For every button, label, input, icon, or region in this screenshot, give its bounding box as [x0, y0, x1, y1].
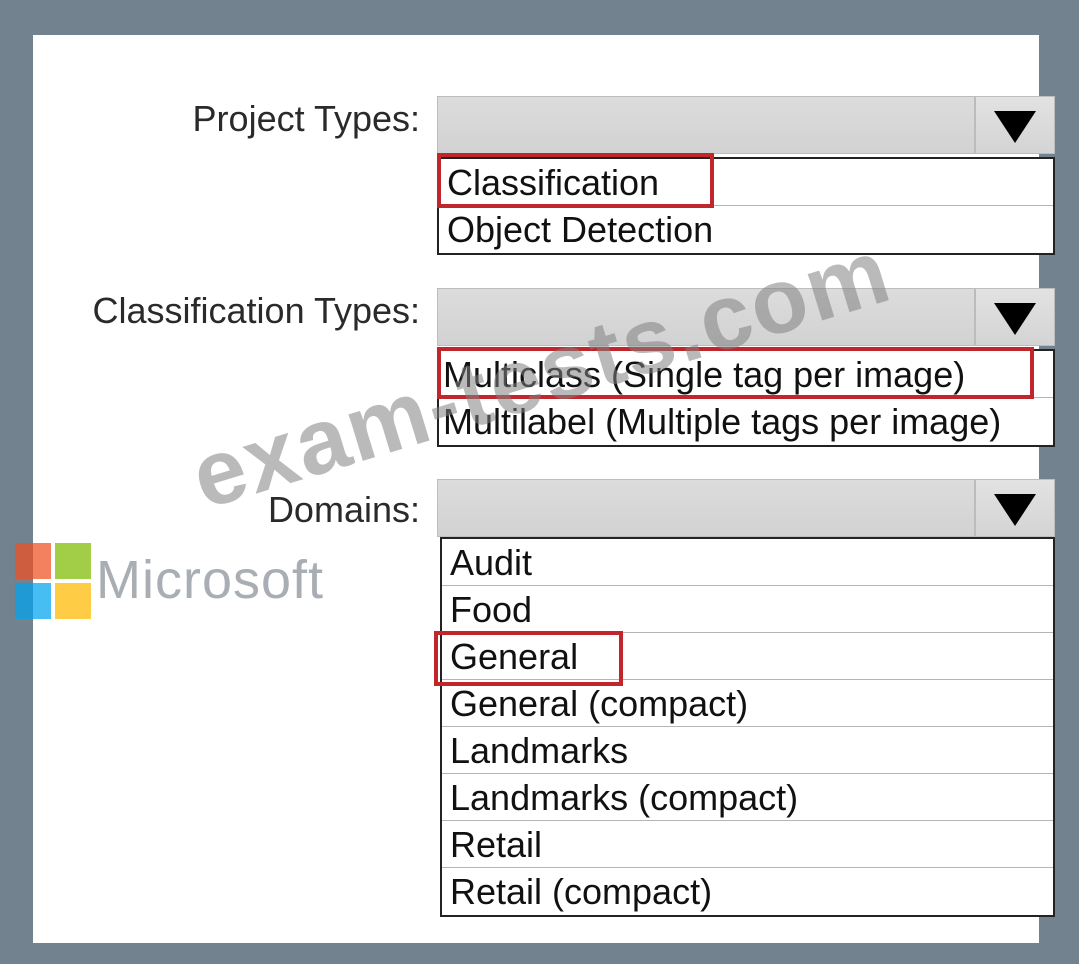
logo-square-red: [15, 543, 51, 579]
project-types-dropdown[interactable]: [437, 96, 1055, 154]
logo-square-green: [55, 543, 91, 579]
triangle-down-icon: [994, 111, 1036, 143]
dropdown-toggle-button[interactable]: [974, 480, 1054, 536]
option-classification[interactable]: Classification: [439, 159, 1053, 206]
option-retail[interactable]: Retail: [442, 821, 1053, 868]
option-audit[interactable]: Audit: [442, 539, 1053, 586]
logo-square-blue: [15, 583, 51, 619]
project-types-label: Project Types:: [192, 98, 420, 139]
option-retail-compact[interactable]: Retail (compact): [442, 868, 1053, 915]
triangle-down-icon: [994, 303, 1036, 335]
option-food[interactable]: Food: [442, 586, 1053, 633]
option-general-compact[interactable]: General (compact): [442, 680, 1053, 727]
project-types-options: Classification Object Detection: [437, 157, 1055, 255]
microsoft-logo-icon: [15, 543, 91, 619]
logo-square-yellow: [55, 583, 91, 619]
domains-options: Audit Food General General (compact) Lan…: [440, 537, 1055, 917]
dropdown-toggle-button[interactable]: [974, 289, 1054, 345]
dropdown-toggle-button[interactable]: [974, 97, 1054, 153]
domains-dropdown[interactable]: [437, 479, 1055, 537]
microsoft-wordmark: Microsoft: [96, 550, 325, 610]
option-general[interactable]: General: [442, 633, 1053, 680]
triangle-down-icon: [994, 494, 1036, 526]
option-landmarks-compact[interactable]: Landmarks (compact): [442, 774, 1053, 821]
option-landmarks[interactable]: Landmarks: [442, 727, 1053, 774]
classification-types-label: Classification Types:: [92, 290, 420, 331]
option-object-detection[interactable]: Object Detection: [439, 206, 1053, 253]
